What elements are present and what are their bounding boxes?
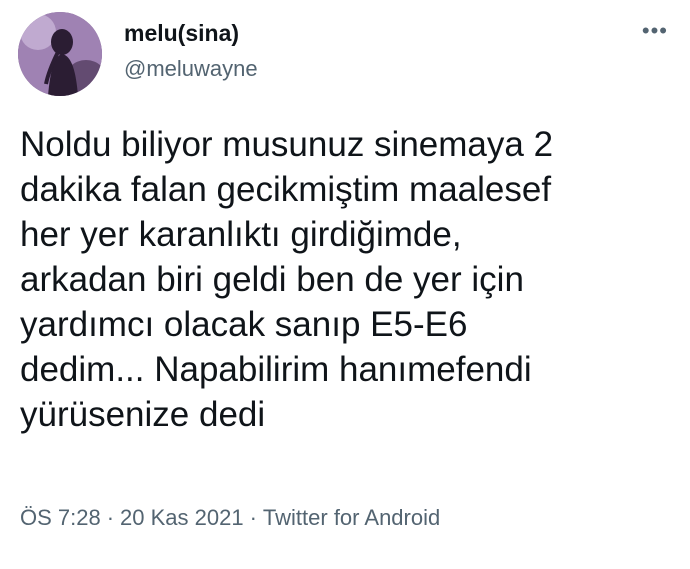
tweet-line: arkadan biri geldi ben de yer için (20, 260, 524, 299)
tweet-time[interactable]: ÖS 7:28 (20, 505, 101, 530)
avatar[interactable] (18, 12, 102, 96)
tweet-line: yürüsenize dedi (20, 395, 266, 434)
tweet-line: her yer karanlıktı girdiğimde, (20, 215, 462, 254)
tweet-card: melu(sina) @meluwayne ••• Noldu biliyor … (0, 0, 690, 569)
tweet-line: dakika falan gecikmiştim maalesef (20, 170, 552, 209)
meta-separator: · (106, 505, 115, 530)
tweet-line: dedim... Napabilirim hanımefendi (20, 350, 532, 389)
tweet-date[interactable]: 20 Kas 2021 (120, 505, 244, 530)
more-horizontal-icon[interactable]: ••• (642, 20, 668, 42)
tweet-source[interactable]: Twitter for Android (263, 505, 440, 530)
tweet-text: Noldu biliyor musunuz sinemaya 2 dakika … (20, 122, 660, 437)
avatar-image (18, 12, 102, 96)
display-name[interactable]: melu(sina) (124, 20, 239, 47)
tweet-line: Noldu biliyor musunuz sinemaya 2 (20, 125, 554, 164)
meta-separator: · (249, 505, 257, 530)
tweet-line: yardımcı olacak sanıp E5-E6 (20, 305, 468, 344)
tweet-meta: ÖS 7:28 · 20 Kas 2021 · Twitter for Android (20, 505, 440, 531)
user-handle[interactable]: @meluwayne (124, 56, 258, 82)
